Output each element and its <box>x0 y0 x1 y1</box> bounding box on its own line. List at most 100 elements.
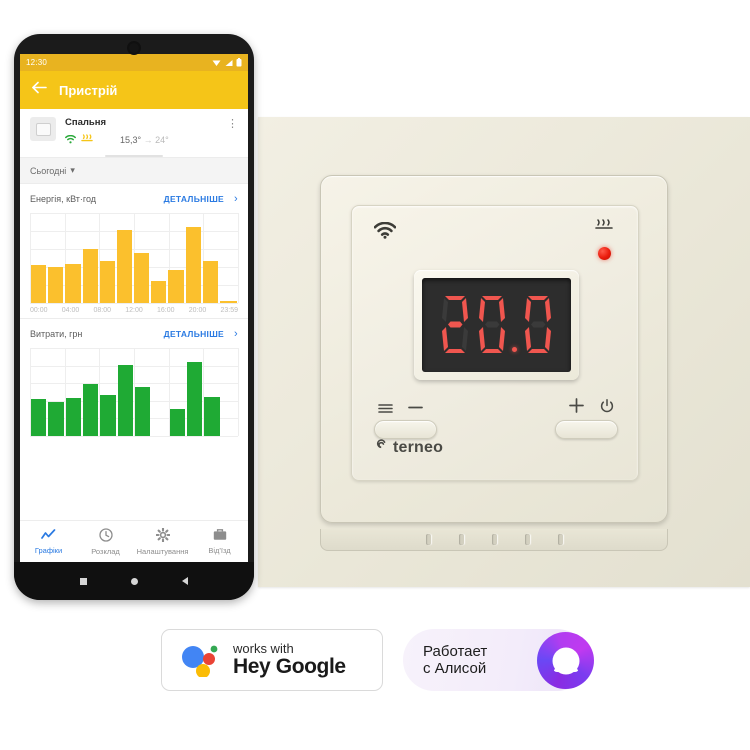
works-with-alice-badge[interactable]: Работает с Алисой <box>403 629 594 691</box>
briefcase-icon <box>213 529 227 543</box>
bar <box>134 252 150 303</box>
chevron-right-icon: › <box>234 328 238 340</box>
x-tick-label: 12:00 <box>125 307 143 314</box>
x-tick-label: 08:00 <box>93 307 112 314</box>
target-temperature: 24° <box>155 135 169 145</box>
wifi-icon <box>65 131 76 149</box>
left-rocker-button[interactable] <box>374 420 437 439</box>
thermostat-device: terneo <box>258 117 750 587</box>
plus-icon[interactable] <box>569 398 584 416</box>
terneo-brand: terneo <box>374 438 443 457</box>
grid-line-h <box>30 436 238 437</box>
bar <box>169 408 185 436</box>
status-clock: 12:30 <box>26 58 48 67</box>
thermostat-lcd-bezel <box>414 270 579 380</box>
section-cost: Витрати, грн ДЕТАЛЬНІШЕ › <box>20 318 248 440</box>
digit-2 <box>438 294 472 356</box>
bar <box>31 264 47 303</box>
back-triangle-icon[interactable] <box>182 577 188 585</box>
bar <box>82 249 98 303</box>
bar <box>134 386 151 436</box>
android-nav-bar <box>14 562 254 600</box>
page-title: Пристрій <box>59 82 118 98</box>
device-card[interactable]: Спальня 15,3° → 24° ⋮ <box>20 109 248 149</box>
heating-icon <box>594 218 614 260</box>
gear-icon <box>155 527 170 544</box>
bar <box>204 397 220 436</box>
terneo-spiral-logo-icon <box>374 438 388 457</box>
tab-від'їзд[interactable]: Від'їзд <box>191 528 248 555</box>
bar <box>151 280 167 303</box>
works-with-hey-google-badge[interactable]: works with Hey Google <box>161 629 383 691</box>
thermostat-display <box>422 278 571 372</box>
screenshot-root: terneo 12:30 Пристрій Спальня 15,3° → 24… <box>0 0 750 750</box>
ventilation-slots <box>320 529 668 551</box>
device-name: Спальня <box>65 117 107 128</box>
bar-series <box>30 213 238 303</box>
square-icon[interactable] <box>80 577 87 585</box>
circle-icon[interactable] <box>131 577 138 585</box>
signal-icon <box>224 59 233 69</box>
thermostat-controls <box>352 396 638 439</box>
tab-label: Графіки <box>34 545 63 555</box>
details-link-energy[interactable]: ДЕТАЛЬНІШЕ › <box>164 193 238 205</box>
chevron-down-icon: ▾ <box>70 165 75 175</box>
bar-series <box>30 348 238 436</box>
cost-plot-area <box>30 348 239 437</box>
vent-slot <box>557 534 563 545</box>
bar <box>65 264 81 303</box>
energy-bar-chart: 261780 00:00 04:00 08:00 12:00 16:00 20:00 23:… <box>30 213 239 314</box>
phone-mockup: 12:30 Пристрій Спальня 15,3° → 24° ⋮ Сьо… <box>14 34 254 600</box>
vent-slot <box>524 534 530 545</box>
tab-label: Налаштування <box>136 546 189 556</box>
yandex-alice-icon <box>537 632 594 689</box>
x-tick-label: 20:00 <box>188 307 207 314</box>
alice-badge-line1: Работает <box>423 642 488 660</box>
bottom-tab-bar: Графіки Розклад Налаштування Від'їзд <box>20 520 248 562</box>
bar <box>82 383 99 436</box>
section-title: Енергія, кВт·год <box>30 194 97 204</box>
thermostat-frame: terneo <box>320 175 668 523</box>
back-arrow-icon[interactable] <box>32 81 47 99</box>
details-link-cost[interactable]: ДЕТАЛЬНІШЕ › <box>164 328 238 340</box>
status-bar: 12:30 <box>20 54 248 71</box>
minus-icon[interactable] <box>408 399 423 416</box>
details-label: ДЕТАЛЬНІШЕ <box>163 329 225 339</box>
bar <box>48 266 64 303</box>
tab-label: Від'їзд <box>208 546 231 555</box>
phone-screen: 12:30 Пристрій Спальня 15,3° → 24° ⋮ Сьо… <box>20 54 248 562</box>
energy-x-axis: 00:00 04:00 08:00 12:00 16:00 20:00 23:59 <box>30 307 238 314</box>
details-label: ДЕТАЛЬНІШЕ <box>163 194 225 204</box>
kebab-menu-icon[interactable]: ⋮ <box>227 117 238 149</box>
bar <box>48 402 64 436</box>
current-temperature: 15,3° <box>120 135 142 145</box>
grid-line-h <box>30 303 238 304</box>
period-selector[interactable]: Сьогодні ▾ <box>20 157 248 183</box>
energy-plot-area: 261780 <box>30 213 239 304</box>
right-rocker-button[interactable] <box>555 420 618 439</box>
y-axis-labels: 261780 <box>238 213 248 303</box>
terneo-brand-name: terneo <box>393 438 444 456</box>
vent-slot <box>491 534 497 545</box>
grid-line-v <box>238 348 239 436</box>
app-bar: Пристрій <box>20 71 248 109</box>
power-icon[interactable] <box>600 399 614 416</box>
bar <box>116 230 133 303</box>
device-temperatures: 15,3° → 24° <box>120 135 169 145</box>
bar <box>168 270 184 303</box>
bar <box>65 398 81 436</box>
google-badge-line1: works with <box>233 641 294 657</box>
battery-icon <box>236 58 242 69</box>
heating-icon <box>81 131 93 149</box>
x-tick-label: 00:00 <box>30 307 48 314</box>
line-chart-icon <box>41 528 56 543</box>
clock-icon <box>98 527 113 544</box>
seven-segment-digits <box>438 294 555 356</box>
menu-icon[interactable] <box>378 400 393 417</box>
x-tick-label: 23:59 <box>220 307 239 314</box>
tab-графіки[interactable]: Графіки <box>20 528 77 555</box>
vent-slot <box>425 534 431 545</box>
bar <box>100 395 116 436</box>
tab-налаштування[interactable]: Налаштування <box>134 527 191 556</box>
tab-розклад[interactable]: Розклад <box>77 527 134 556</box>
